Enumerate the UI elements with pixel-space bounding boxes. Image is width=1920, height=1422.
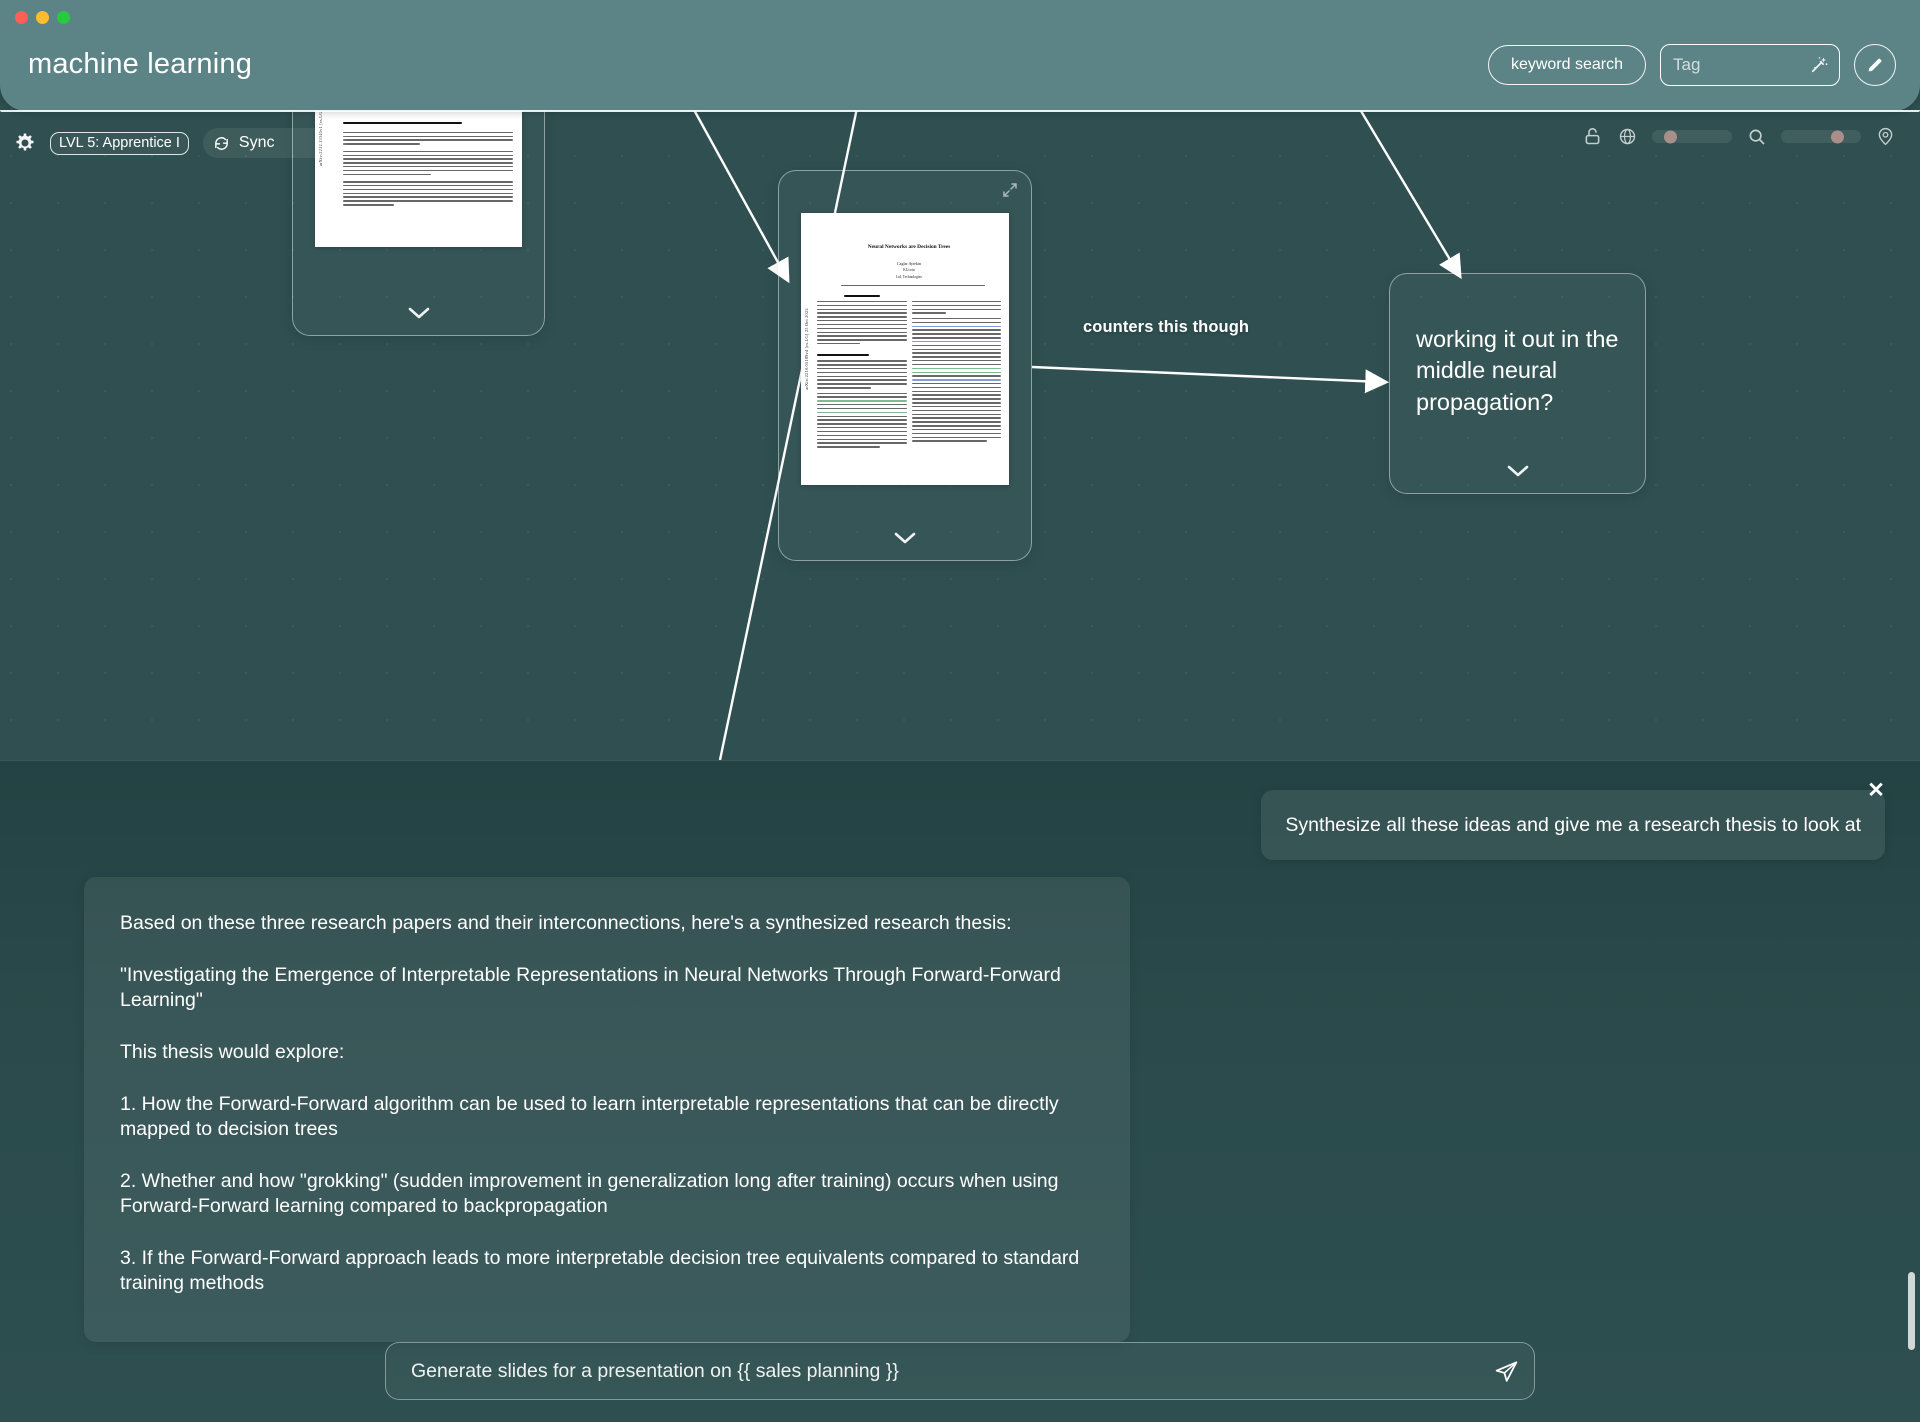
zoom-slider-a[interactable] — [1652, 130, 1732, 143]
chat-scrollbar-thumb[interactable] — [1908, 1272, 1915, 1350]
assistant-paragraph: Based on these three research papers and… — [120, 912, 1012, 934]
chat-input[interactable]: Generate slides for a presentation on {{… — [386, 1360, 1478, 1383]
tag-input[interactable]: Tag — [1660, 44, 1840, 86]
assistant-paragraph: "Investigating the Emergence of Interpre… — [120, 963, 1061, 1011]
header-controls: keyword search Tag — [1487, 44, 1896, 86]
send-button[interactable] — [1478, 1359, 1534, 1384]
assistant-paragraph: 1. How the Forward-Forward algorithm can… — [120, 1092, 1059, 1140]
collapse-chevron-icon[interactable] — [894, 532, 916, 544]
search-icon[interactable] — [1746, 126, 1767, 147]
sync-label: Sync — [238, 134, 275, 151]
paper-author: Caglar Aytekin — [897, 261, 921, 266]
edge-label-counters: counters this though — [1083, 318, 1250, 336]
edit-button[interactable] — [1854, 44, 1896, 86]
sync-icon — [215, 136, 228, 150]
status-toolbar: LVL 5: Apprentice I Sync — [14, 128, 347, 158]
slider-knob — [1831, 130, 1844, 143]
traffic-lights — [15, 11, 70, 24]
keyword-search-button[interactable]: keyword search — [1487, 45, 1646, 85]
magic-wand-icon[interactable] — [1809, 55, 1829, 75]
paper-section-heading — [343, 121, 462, 124]
globe-icon[interactable] — [1617, 126, 1638, 147]
page-title: machine learning — [28, 48, 253, 80]
intro-heading — [817, 354, 869, 357]
tag-input-placeholder: Tag — [1673, 55, 1701, 74]
paper-affiliation-1: KUcoin — [903, 268, 915, 272]
abstract-heading — [843, 295, 880, 297]
chat-close-button[interactable]: ✕ — [1865, 780, 1887, 802]
assistant-paragraph: 3. If the Forward-Forward approach leads… — [120, 1246, 1080, 1294]
level-badge[interactable]: LVL 5: Apprentice I — [50, 131, 189, 155]
title-bar: machine learning keyword search Tag — [0, 0, 1920, 112]
sync-status-icon — [321, 134, 339, 152]
chat-composer[interactable]: Generate slides for a presentation on {{… — [385, 1342, 1535, 1400]
gear-icon[interactable] — [14, 132, 36, 154]
collapse-chevron-icon[interactable] — [408, 307, 430, 319]
arxiv-side-id: arXiv:2210.05189v4 [cs.LG] 25 Oct 2022 — [804, 308, 809, 390]
maximize-window-button[interactable] — [57, 11, 70, 24]
paper-affiliation-2: Ltd. Technologies — [896, 275, 922, 279]
minimize-window-button[interactable] — [36, 11, 49, 24]
pencil-icon — [1868, 58, 1882, 72]
sync-button[interactable]: Sync — [202, 128, 347, 158]
node-paper-neural-networks-are-decision-trees[interactable]: arXiv:2210.05189v4 [cs.LG] 25 Oct 2022 N… — [778, 170, 1032, 561]
app-window: arXiv:2212.13345v1 [cs.LG] arXiv:2210.05… — [0, 0, 1920, 1422]
node-paper-forward-forward[interactable]: arXiv:2212.13345v1 [cs.LG] — [292, 29, 545, 336]
chat-user-message: Synthesize all these ideas and give me a… — [1261, 790, 1885, 861]
map-pin-icon[interactable] — [1875, 126, 1896, 147]
send-icon — [1495, 1360, 1517, 1382]
node-note-middle-neural-propagation[interactable]: working it out in the middle neural prop… — [1389, 273, 1646, 494]
paper-thumbnail-decision-trees: arXiv:2210.05189v4 [cs.LG] 25 Oct 2022 N… — [801, 213, 1009, 485]
unlock-icon[interactable] — [1582, 126, 1603, 147]
canvas-toolbar — [1582, 126, 1896, 147]
note-text: working it out in the middle neural prop… — [1416, 326, 1619, 415]
close-window-button[interactable] — [15, 11, 28, 24]
expand-icon[interactable] — [1002, 182, 1018, 198]
collapse-chevron-icon[interactable] — [1507, 465, 1529, 477]
slider-knob — [1664, 130, 1677, 143]
paper-title: Neural Networks are Decision Trees — [867, 244, 951, 250]
chat-assistant-message: Based on these three research papers and… — [84, 877, 1130, 1342]
assistant-paragraph: 2. Whether and how "grokking" (sudden im… — [120, 1169, 1059, 1217]
zoom-slider-b[interactable] — [1781, 130, 1861, 143]
assistant-paragraph: This thesis would explore: — [120, 1040, 345, 1063]
